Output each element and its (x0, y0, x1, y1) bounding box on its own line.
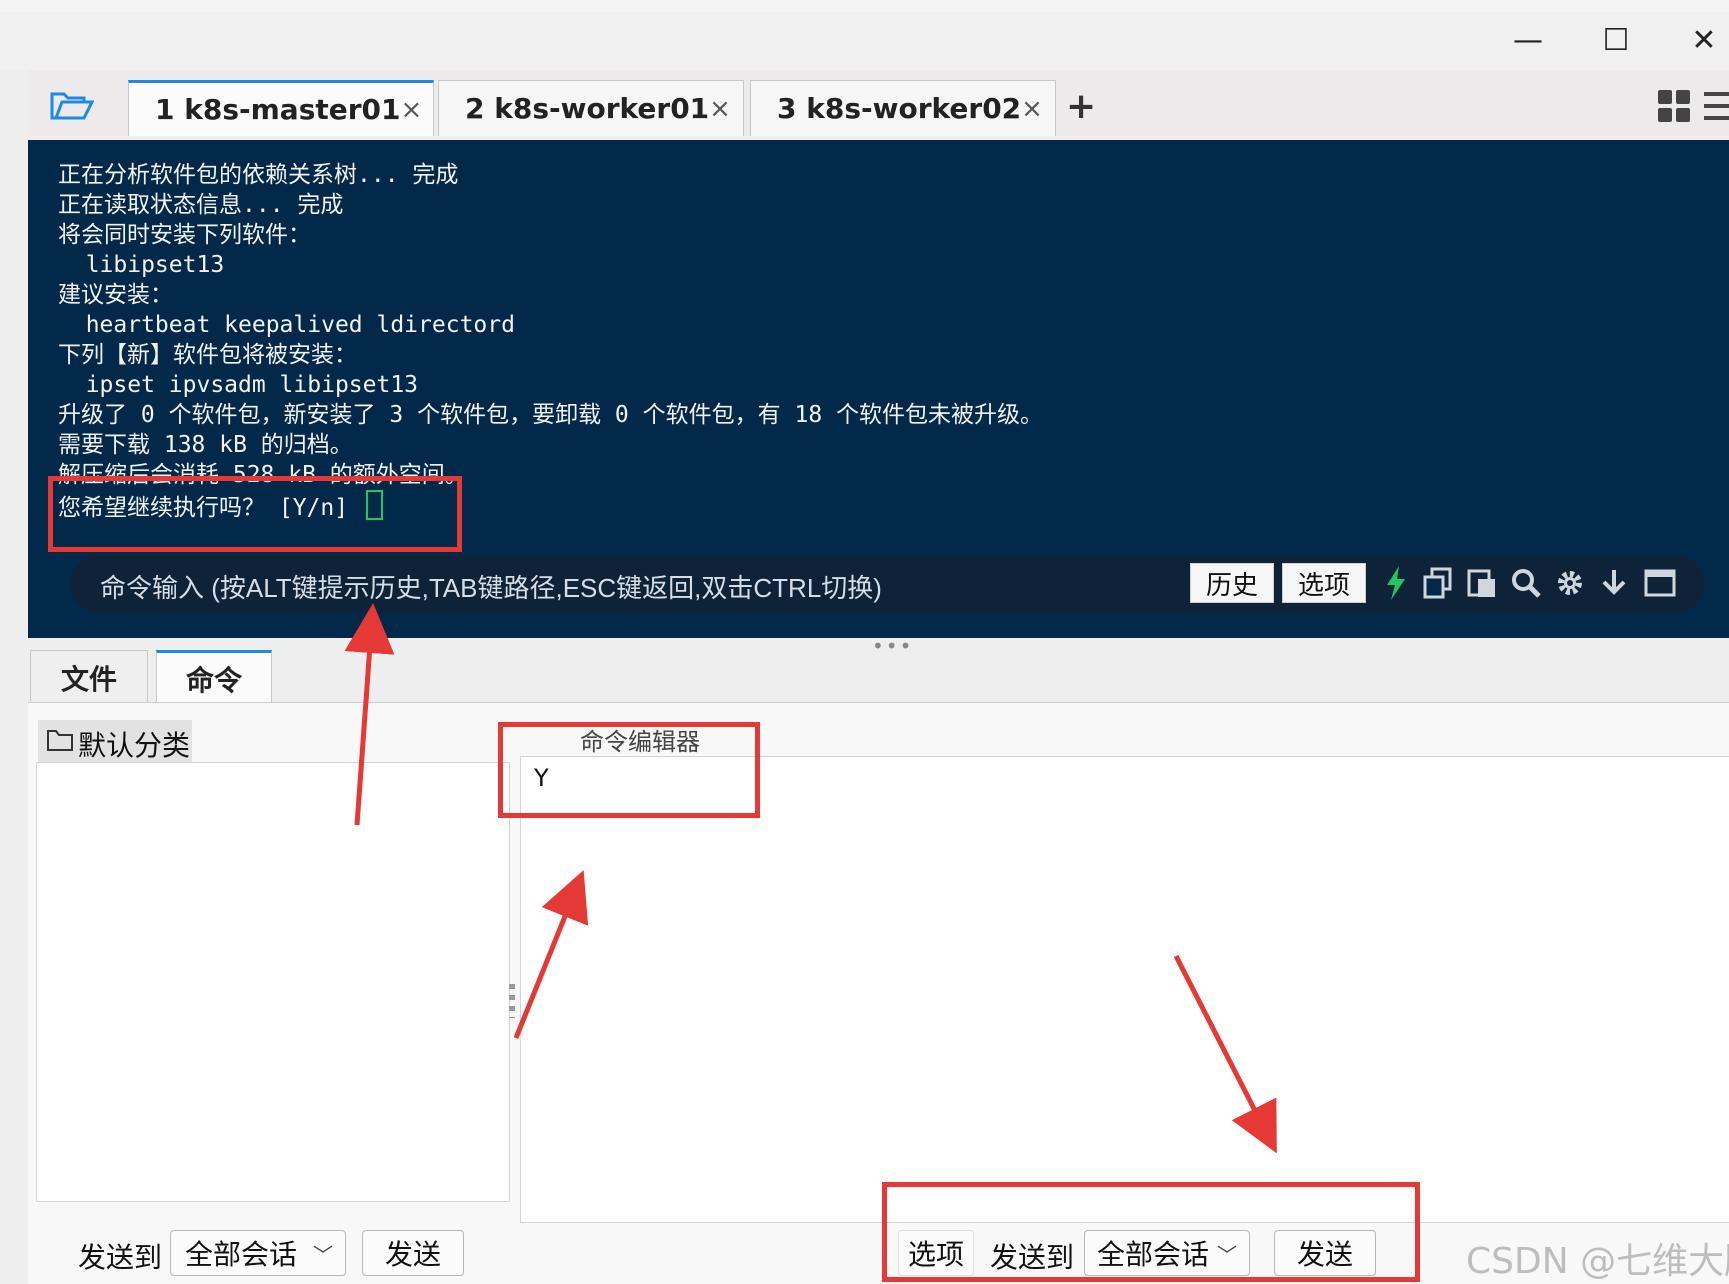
annotation-arrows (344, 603, 1277, 1154)
arrow-to-command-input (344, 603, 395, 826)
arrow-to-editor (513, 870, 589, 1039)
watermark-credit: CSDN @七维大脑 (1466, 1241, 1729, 1282)
arrow-to-send-row (1173, 954, 1277, 1154)
